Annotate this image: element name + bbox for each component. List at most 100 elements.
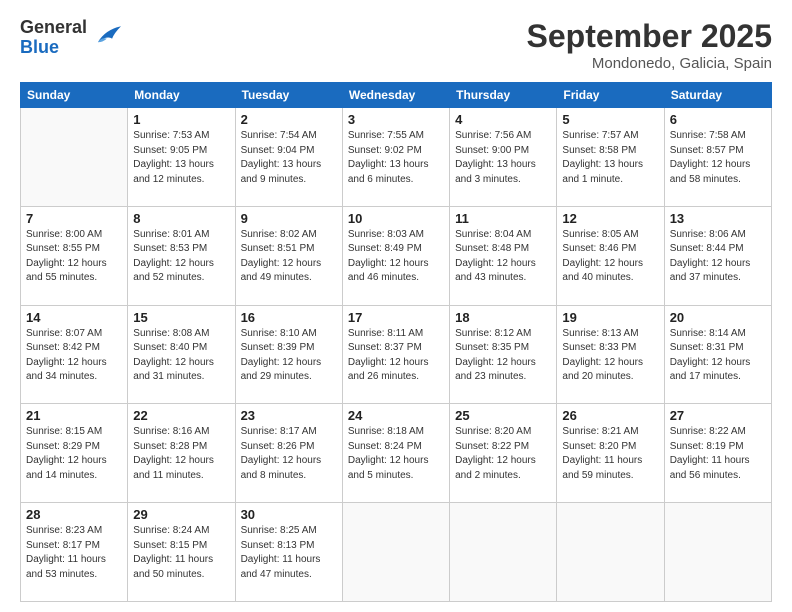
calendar-header: SundayMondayTuesdayWednesdayThursdayFrid… xyxy=(21,83,772,108)
day-cell xyxy=(557,503,664,602)
day-number: 8 xyxy=(133,211,229,226)
day-cell xyxy=(664,503,771,602)
day-info: Sunrise: 8:06 AM Sunset: 8:44 PM Dayligh… xyxy=(670,228,766,286)
day-cell: 6Sunrise: 7:58 AM Sunset: 8:57 PM Daylig… xyxy=(664,108,771,207)
header-cell-thursday: Thursday xyxy=(450,83,557,108)
day-cell: 14Sunrise: 8:07 AM Sunset: 8:42 PM Dayli… xyxy=(21,305,128,404)
day-info: Sunrise: 8:14 AM Sunset: 8:31 PM Dayligh… xyxy=(670,327,766,385)
day-number: 21 xyxy=(26,408,122,423)
day-cell: 29Sunrise: 8:24 AM Sunset: 8:15 PM Dayli… xyxy=(128,503,235,602)
day-number: 3 xyxy=(348,112,444,127)
day-cell: 25 Sunrise: 8:20 AM Sunset: 8:22 PM Dayli… xyxy=(450,404,557,503)
day-number: 11 xyxy=(455,211,551,226)
day-number: 23 xyxy=(241,408,337,423)
day-info: Sunrise: 8:01 AM Sunset: 8:53 PM Dayligh… xyxy=(133,228,229,286)
day-number: 22 xyxy=(133,408,229,423)
day-cell: 15Sunrise: 8:08 AM Sunset: 8:40 PM Dayli… xyxy=(128,305,235,404)
day-number: 18 xyxy=(455,310,551,325)
day-info: Sunrise: 7:54 AM Sunset: 9:04 PM Dayligh… xyxy=(241,129,337,187)
day-number: 5 xyxy=(562,112,658,127)
week-row-2: 14Sunrise: 8:07 AM Sunset: 8:42 PM Dayli… xyxy=(21,305,772,404)
day-info: Sunrise: 8:05 AM Sunset: 8:46 PM Dayligh… xyxy=(562,228,658,286)
week-row-0: 1 Sunrise: 7:53 AM Sunset: 9:05 PM Daylig… xyxy=(21,108,772,207)
header: General Blue September 2025 Mondonedo, G… xyxy=(20,18,772,72)
header-cell-monday: Monday xyxy=(128,83,235,108)
day-number: 26 xyxy=(562,408,658,423)
day-info: Sunrise: 8:10 AM Sunset: 8:39 PM Dayligh… xyxy=(241,327,337,385)
header-cell-wednesday: Wednesday xyxy=(342,83,449,108)
day-number: 19 xyxy=(562,310,658,325)
day-cell: 27 Sunrise: 8:22 AM Sunset: 8:19 PM Dayli… xyxy=(664,404,771,503)
day-cell: 30 Sunrise: 8:25 AM Sunset: 8:13 PM Dayli… xyxy=(235,503,342,602)
day-cell: 21 Sunrise: 8:15 AM Sunset: 8:29 PM Dayli… xyxy=(21,404,128,503)
calendar-body: 1 Sunrise: 7:53 AM Sunset: 9:05 PM Daylig… xyxy=(21,108,772,602)
week-row-1: 7Sunrise: 8:00 AM Sunset: 8:55 PM Daylig… xyxy=(21,206,772,305)
day-info: Sunrise: 8:23 AM Sunset: 8:17 PM Dayligh… xyxy=(26,524,122,582)
calendar-table: SundayMondayTuesdayWednesdayThursdayFrid… xyxy=(20,82,772,602)
day-number: 24 xyxy=(348,408,444,423)
day-info: Sunrise: 8:07 AM Sunset: 8:42 PM Dayligh… xyxy=(26,327,122,385)
day-info: Sunrise: 8:02 AM Sunset: 8:51 PM Dayligh… xyxy=(241,228,337,286)
day-cell xyxy=(21,108,128,207)
day-cell: 7Sunrise: 8:00 AM Sunset: 8:55 PM Daylig… xyxy=(21,206,128,305)
location: Mondonedo, Galicia, Spain xyxy=(527,55,772,72)
day-cell: 13 Sunrise: 8:06 AM Sunset: 8:44 PM Dayli… xyxy=(664,206,771,305)
day-cell: 11 Sunrise: 8:04 AM Sunset: 8:48 PM Dayli… xyxy=(450,206,557,305)
day-number: 2 xyxy=(241,112,337,127)
day-number: 13 xyxy=(670,211,766,226)
day-info: Sunrise: 8:00 AM Sunset: 8:55 PM Dayligh… xyxy=(26,228,122,286)
day-number: 10 xyxy=(348,211,444,226)
day-number: 28 xyxy=(26,507,122,522)
day-cell: 18 Sunrise: 8:12 AM Sunset: 8:35 PM Dayli… xyxy=(450,305,557,404)
day-number: 1 xyxy=(133,112,229,127)
day-cell: 17 Sunrise: 8:11 AM Sunset: 8:37 PM Dayli… xyxy=(342,305,449,404)
day-info: Sunrise: 8:04 AM Sunset: 8:48 PM Dayligh… xyxy=(455,228,551,286)
logo: General Blue xyxy=(20,18,121,58)
day-info: Sunrise: 8:22 AM Sunset: 8:19 PM Dayligh… xyxy=(670,425,766,483)
day-info: Sunrise: 7:58 AM Sunset: 8:57 PM Dayligh… xyxy=(670,129,766,187)
day-info: Sunrise: 8:08 AM Sunset: 8:40 PM Dayligh… xyxy=(133,327,229,385)
day-cell: 26Sunrise: 8:21 AM Sunset: 8:20 PM Dayli… xyxy=(557,404,664,503)
day-cell: 24 Sunrise: 8:18 AM Sunset: 8:24 PM Dayli… xyxy=(342,404,449,503)
day-cell: 1 Sunrise: 7:53 AM Sunset: 9:05 PM Daylig… xyxy=(128,108,235,207)
day-cell: 5Sunrise: 7:57 AM Sunset: 8:58 PM Daylig… xyxy=(557,108,664,207)
day-number: 16 xyxy=(241,310,337,325)
header-cell-saturday: Saturday xyxy=(664,83,771,108)
day-cell: 19 Sunrise: 8:13 AM Sunset: 8:33 PM Dayli… xyxy=(557,305,664,404)
day-info: Sunrise: 8:03 AM Sunset: 8:49 PM Dayligh… xyxy=(348,228,444,286)
day-cell: 8 Sunrise: 8:01 AM Sunset: 8:53 PM Daylig… xyxy=(128,206,235,305)
day-info: Sunrise: 8:20 AM Sunset: 8:22 PM Dayligh… xyxy=(455,425,551,483)
month-title: September 2025 xyxy=(527,18,772,55)
week-row-4: 28 Sunrise: 8:23 AM Sunset: 8:17 PM Dayli… xyxy=(21,503,772,602)
day-cell xyxy=(342,503,449,602)
logo-text: General Blue xyxy=(20,18,87,58)
day-number: 30 xyxy=(241,507,337,522)
day-info: Sunrise: 8:11 AM Sunset: 8:37 PM Dayligh… xyxy=(348,327,444,385)
page: General Blue September 2025 Mondonedo, G… xyxy=(0,0,792,612)
day-info: Sunrise: 8:18 AM Sunset: 8:24 PM Dayligh… xyxy=(348,425,444,483)
day-number: 12 xyxy=(562,211,658,226)
day-info: Sunrise: 8:16 AM Sunset: 8:28 PM Dayligh… xyxy=(133,425,229,483)
day-info: Sunrise: 7:55 AM Sunset: 9:02 PM Dayligh… xyxy=(348,129,444,187)
day-number: 9 xyxy=(241,211,337,226)
day-cell: 20Sunrise: 8:14 AM Sunset: 8:31 PM Dayli… xyxy=(664,305,771,404)
day-info: Sunrise: 7:56 AM Sunset: 9:00 PM Dayligh… xyxy=(455,129,551,187)
day-info: Sunrise: 8:25 AM Sunset: 8:13 PM Dayligh… xyxy=(241,524,337,582)
logo-general: General xyxy=(20,18,87,38)
logo-blue: Blue xyxy=(20,38,87,58)
day-number: 17 xyxy=(348,310,444,325)
day-number: 4 xyxy=(455,112,551,127)
day-info: Sunrise: 7:53 AM Sunset: 9:05 PM Dayligh… xyxy=(133,129,229,187)
day-info: Sunrise: 8:24 AM Sunset: 8:15 PM Dayligh… xyxy=(133,524,229,582)
day-number: 27 xyxy=(670,408,766,423)
header-cell-sunday: Sunday xyxy=(21,83,128,108)
day-info: Sunrise: 8:13 AM Sunset: 8:33 PM Dayligh… xyxy=(562,327,658,385)
day-info: Sunrise: 8:15 AM Sunset: 8:29 PM Dayligh… xyxy=(26,425,122,483)
day-number: 25 xyxy=(455,408,551,423)
day-cell: 2 Sunrise: 7:54 AM Sunset: 9:04 PM Daylig… xyxy=(235,108,342,207)
day-info: Sunrise: 8:12 AM Sunset: 8:35 PM Dayligh… xyxy=(455,327,551,385)
day-cell: 22 Sunrise: 8:16 AM Sunset: 8:28 PM Dayli… xyxy=(128,404,235,503)
day-cell: 12 Sunrise: 8:05 AM Sunset: 8:46 PM Dayli… xyxy=(557,206,664,305)
day-cell: 9 Sunrise: 8:02 AM Sunset: 8:51 PM Daylig… xyxy=(235,206,342,305)
day-cell: 16 Sunrise: 8:10 AM Sunset: 8:39 PM Dayli… xyxy=(235,305,342,404)
